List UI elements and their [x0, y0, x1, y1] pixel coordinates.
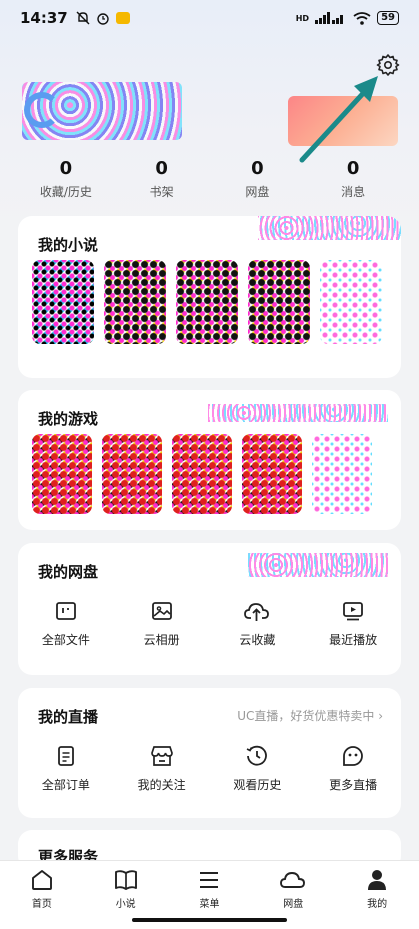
stat-bookshelf[interactable]: 0 书架 — [117, 158, 207, 200]
all-orders-button[interactable]: 全部订单 — [21, 744, 111, 793]
novel-card-title: 我的小说 — [38, 236, 99, 254]
status-bar: 14:37 HD 59 — [0, 0, 419, 36]
game-list — [32, 434, 372, 514]
signal-icon — [315, 12, 344, 24]
alarm-icon — [97, 13, 109, 25]
game-icon-tile[interactable] — [172, 434, 232, 514]
game-icon-tile[interactable] — [242, 434, 302, 514]
clock: 14:37 — [20, 9, 68, 27]
netdisk-card: 我的网盘 全部文件 云相册 云收藏 最近播放 — [18, 543, 401, 675]
live-promo-link[interactable]: UC直播，好货优惠特卖中 › — [237, 707, 383, 724]
arrow-annotation — [299, 76, 378, 163]
my-follows-button[interactable]: 我的关注 — [117, 744, 207, 793]
game-icon-tile[interactable] — [102, 434, 162, 514]
menu-icon — [200, 872, 219, 888]
more-live-button[interactable]: 更多直播 — [308, 744, 398, 793]
book-icon — [114, 870, 137, 890]
novel-cover[interactable] — [248, 260, 310, 344]
nav-home[interactable]: 首页 — [7, 867, 77, 929]
cloud-favorites-button[interactable]: 云收藏 — [212, 599, 302, 648]
live-card-title: 我的直播 — [38, 708, 99, 726]
history-icon — [247, 745, 268, 766]
stat-netdisk[interactable]: 0 网盘 — [212, 158, 302, 200]
network-label: HD — [295, 13, 310, 23]
stats-row: 0 收藏/历史 0 书架 0 网盘 0 消息 — [18, 158, 401, 200]
game-card: 我的游戏 — [18, 390, 401, 530]
settings-button[interactable] — [373, 50, 403, 80]
stat-favorites-history[interactable]: 0 收藏/历史 — [21, 158, 111, 200]
game-icon-tile[interactable] — [32, 434, 92, 514]
novel-cover[interactable] — [104, 260, 166, 344]
app-notification-icon — [115, 12, 130, 24]
stat-messages[interactable]: 0 消息 — [308, 158, 398, 200]
user-icon — [368, 870, 387, 890]
wifi-icon — [353, 11, 371, 25]
home-indicator[interactable] — [132, 918, 287, 922]
netdisk-card-title: 我的网盘 — [38, 563, 99, 581]
novel-card: 我的小说 — [18, 216, 401, 378]
battery-indicator: 59 — [377, 11, 399, 25]
cloud-album-button[interactable]: 云相册 — [117, 599, 207, 648]
novel-cover[interactable] — [176, 260, 238, 344]
nav-profile[interactable]: 我的 — [342, 867, 412, 929]
game-card-title: 我的游戏 — [38, 410, 99, 428]
novel-cover[interactable] — [32, 260, 94, 344]
recent-play-button[interactable]: 最近播放 — [308, 599, 398, 648]
avatar[interactable] — [24, 92, 60, 128]
photo-icon — [151, 602, 172, 620]
novel-list — [32, 260, 382, 344]
live-icon — [343, 746, 363, 766]
game-icon-tile[interactable] — [312, 434, 372, 514]
mute-icon — [76, 11, 90, 25]
play-icon — [343, 602, 364, 621]
live-card: 我的直播 UC直播，好货优惠特卖中 › 全部订单 我的关注 观看历史 更多直播 — [18, 688, 401, 818]
cloud-upload-icon — [244, 603, 270, 621]
folder-icon — [55, 602, 76, 620]
order-icon — [57, 746, 74, 766]
all-files-button[interactable]: 全部文件 — [21, 599, 111, 648]
store-icon — [150, 746, 173, 766]
novel-cover[interactable] — [320, 260, 382, 344]
home-icon — [31, 870, 52, 890]
watch-history-button[interactable]: 观看历史 — [212, 744, 302, 793]
cloud-icon — [280, 872, 306, 888]
gear-icon — [376, 54, 400, 76]
